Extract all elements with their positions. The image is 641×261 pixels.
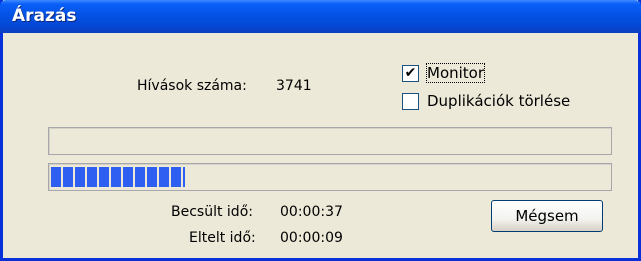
bottom-progress-bar — [48, 163, 612, 191]
monitor-checkbox[interactable]: ✔ — [402, 64, 419, 82]
monitor-label: Monitor — [425, 63, 486, 83]
cancel-button[interactable]: Mégsem — [491, 200, 603, 232]
elapsed-time-value: 00:00:09 — [280, 230, 343, 246]
dedup-option[interactable]: Duplikációk törlése — [402, 92, 570, 110]
dedup-checkbox[interactable] — [402, 92, 419, 110]
elapsed-time-label: Eltelt idő: — [189, 230, 256, 246]
dedup-label: Duplikációk törlése — [427, 92, 571, 110]
pricing-dialog: Árazás Hívások száma: 3741 ✔ Monitor Dup… — [0, 0, 641, 261]
top-progress-bar — [48, 127, 612, 155]
window-title: Árazás — [12, 6, 77, 26]
calls-value: 3741 — [276, 78, 312, 94]
title-bar: Árazás — [0, 0, 641, 33]
bottom-progress-fill — [51, 167, 185, 187]
calls-label: Hívások száma: — [137, 78, 247, 94]
estimated-time-value: 00:00:37 — [280, 204, 343, 220]
monitor-option[interactable]: ✔ Monitor — [402, 63, 486, 83]
estimated-time-label: Becsült idő: — [171, 204, 253, 220]
